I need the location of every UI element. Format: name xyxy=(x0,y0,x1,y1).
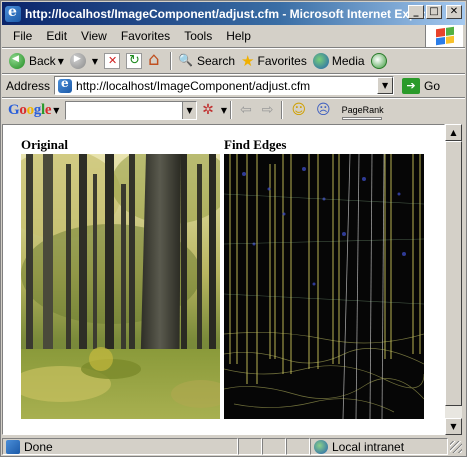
page-done-icon xyxy=(6,439,20,454)
scroll-up-button[interactable]: ▲ xyxy=(445,124,462,141)
status-pane-1 xyxy=(238,438,262,455)
windows-logo xyxy=(425,25,463,47)
status-bar: Done Local intranet xyxy=(2,437,465,456)
minimize-button[interactable]: _ xyxy=(408,5,424,19)
pagerank-meter: PageRank xyxy=(341,105,384,120)
intranet-globe-icon xyxy=(314,439,328,454)
google-back-icon[interactable]: ⇦ xyxy=(240,102,252,118)
menu-favorites[interactable]: Favorites xyxy=(114,26,177,46)
scroll-thumb[interactable] xyxy=(445,141,462,406)
search-icon xyxy=(178,53,194,69)
vote-sad-icon[interactable]: ☹ xyxy=(316,102,331,118)
ie-logo-icon xyxy=(5,4,21,22)
find-edges-caption: Find Edges xyxy=(224,137,287,152)
stop-button[interactable] xyxy=(101,50,123,72)
window-title: http://localhost/ImageComponent/adjust.c… xyxy=(25,6,425,21)
find-edges-image xyxy=(224,154,424,419)
address-input[interactable]: http://localhost/ImageComponent/adjust.c… xyxy=(54,76,395,95)
history-button[interactable] xyxy=(368,50,390,72)
address-dropdown-icon[interactable]: ▼ xyxy=(377,77,394,94)
back-arrow-icon xyxy=(9,53,25,69)
go-arrow-icon: ➔ xyxy=(402,77,421,94)
toolbar-separator xyxy=(170,52,172,70)
status-pane-2 xyxy=(262,438,286,455)
vote-happy-icon[interactable]: ☺ xyxy=(291,102,306,118)
menu-file[interactable]: File xyxy=(6,26,39,46)
back-label: Back xyxy=(29,54,56,68)
google-toolbar: Google ▼ ▼ ✲ ▼ ⇦ ⇨ ☺ ☹ PageRank xyxy=(2,98,465,122)
go-button[interactable]: ➔ Go xyxy=(402,77,441,94)
windows-flag-icon xyxy=(435,26,454,46)
home-button[interactable] xyxy=(145,49,167,72)
menu-bar: File Edit View Favorites Tools Help xyxy=(2,25,422,47)
pagerank-bar xyxy=(341,117,382,120)
menu-help[interactable]: Help xyxy=(219,26,258,46)
standard-toolbar: Back ▼ ▼ Search ★ Favorites Media xyxy=(2,49,465,73)
search-label: Search xyxy=(197,54,236,68)
google-separator-2 xyxy=(281,101,284,119)
original-forest-image xyxy=(21,154,220,419)
window-controls: _ □ ✕ xyxy=(408,5,462,19)
menu-view[interactable]: View xyxy=(74,26,114,46)
forward-button[interactable]: ▼ xyxy=(67,50,101,72)
back-button[interactable]: Back ▼ xyxy=(6,50,67,72)
google-forward-icon[interactable]: ⇨ xyxy=(262,102,274,118)
zone-text: Local intranet xyxy=(332,439,405,454)
google-search-web-icon[interactable]: ✲ xyxy=(202,102,214,118)
refresh-button[interactable] xyxy=(123,50,145,72)
page-icon xyxy=(58,76,73,93)
vertical-scrollbar[interactable]: ▲ ▼ xyxy=(445,124,462,435)
menu-tools[interactable]: Tools xyxy=(177,26,219,46)
address-label: Address xyxy=(6,78,51,93)
media-label: Media xyxy=(331,54,365,68)
history-icon xyxy=(370,53,387,69)
forward-dropdown-icon[interactable]: ▼ xyxy=(92,57,98,66)
close-button[interactable]: ✕ xyxy=(446,5,462,19)
google-search-input[interactable]: ▼ xyxy=(65,100,198,120)
original-caption: Original xyxy=(21,137,68,152)
google-separator xyxy=(229,101,232,119)
go-label: Go xyxy=(424,78,441,93)
status-text-pane: Done xyxy=(2,438,238,455)
media-icon xyxy=(312,53,329,69)
page-content: Original Find Edges xyxy=(2,124,445,435)
search-button[interactable]: Search xyxy=(175,50,238,72)
pagerank-label: PageRank xyxy=(341,105,384,115)
address-bar: Address http://localhost/ImageComponent/… xyxy=(2,74,465,97)
status-pane-3 xyxy=(286,438,310,455)
menu-edit[interactable]: Edit xyxy=(39,26,74,46)
media-button[interactable]: Media xyxy=(310,50,368,72)
google-search-web-dropdown-icon[interactable]: ▼ xyxy=(221,106,227,115)
title-bar[interactable]: http://localhost/ImageComponent/adjust.c… xyxy=(2,2,465,25)
google-search-dropdown-icon[interactable]: ▼ xyxy=(182,101,197,119)
home-icon xyxy=(148,49,164,70)
favorites-button[interactable]: ★ Favorites xyxy=(238,50,310,72)
status-text: Done xyxy=(24,439,53,454)
stop-icon xyxy=(104,53,120,69)
resize-grip[interactable] xyxy=(450,440,462,453)
back-dropdown-icon[interactable]: ▼ xyxy=(58,57,64,66)
browser-window: http://localhost/ImageComponent/adjust.c… xyxy=(0,0,467,457)
forward-arrow-icon xyxy=(69,53,86,69)
refresh-icon xyxy=(126,53,142,69)
scroll-down-button[interactable]: ▼ xyxy=(445,418,462,435)
maximize-button[interactable]: □ xyxy=(426,5,442,19)
star-icon: ★ xyxy=(241,52,255,70)
google-dropdown-icon[interactable]: ▼ xyxy=(53,106,59,115)
address-url: http://localhost/ImageComponent/adjust.c… xyxy=(76,78,311,93)
favorites-label: Favorites xyxy=(257,54,307,68)
google-logo[interactable]: Google ▼ xyxy=(8,102,59,119)
zone-pane: Local intranet xyxy=(310,438,448,455)
